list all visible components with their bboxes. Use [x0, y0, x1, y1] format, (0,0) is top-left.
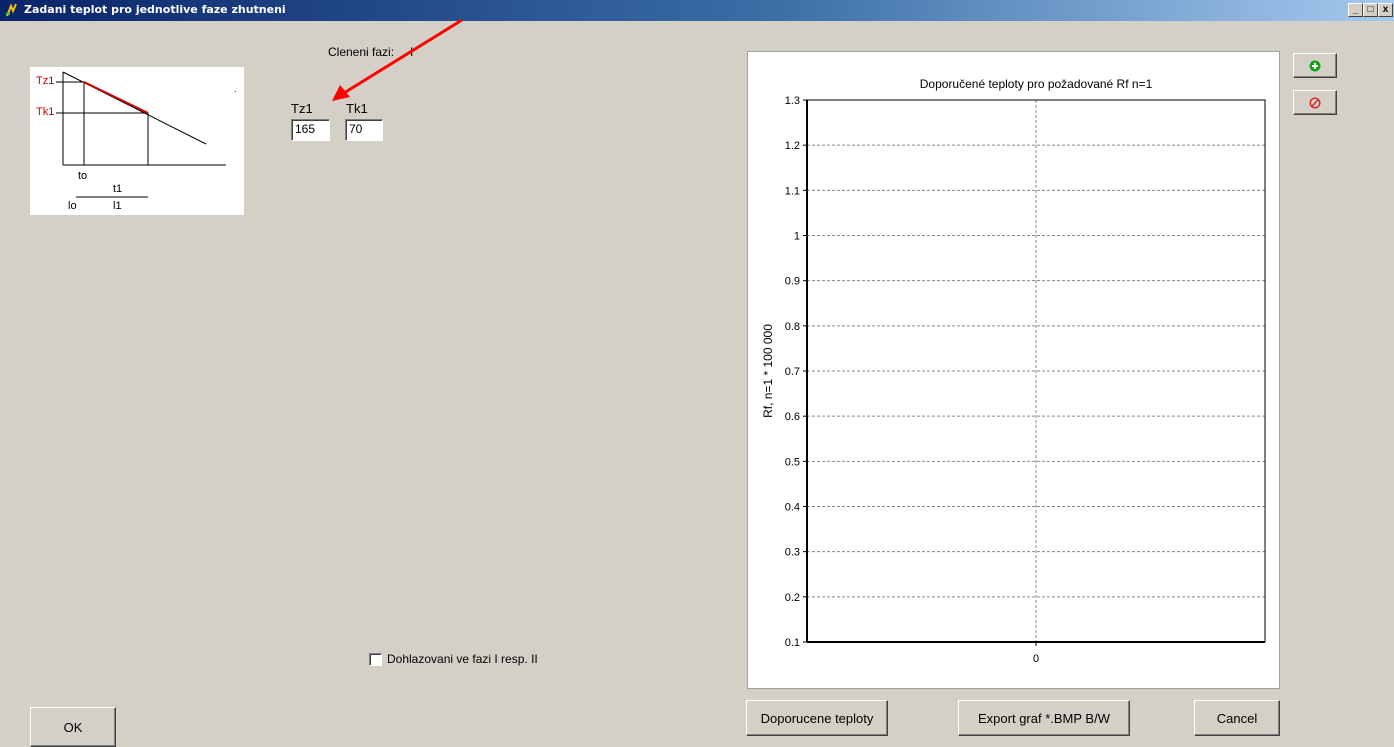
- y-tick-label: 0.7: [785, 366, 800, 378]
- export-bmp-button[interactable]: Export graf *.BMP B/W: [958, 700, 1130, 736]
- y-tick-label: 1: [794, 231, 800, 243]
- y-tick-label: 0.2: [785, 592, 800, 604]
- plus-circle-icon: [1309, 60, 1321, 71]
- close-button[interactable]: x: [1378, 3, 1393, 17]
- recommended-temps-button[interactable]: Doporucene teploty: [746, 700, 888, 736]
- tz1-label: Tz1: [291, 101, 313, 116]
- y-tick-label: 0.6: [785, 411, 800, 423]
- chart-title: Doporučené teploty pro požadované Rf n=1: [920, 77, 1153, 91]
- ok-button[interactable]: OK: [30, 707, 116, 747]
- phase-diagram-image: Tz1 Tk1 to t1 lo l1: [30, 67, 244, 215]
- minimize-button[interactable]: _: [1348, 3, 1363, 17]
- y-tick-label: 0.4: [785, 502, 800, 514]
- cancel-button[interactable]: Cancel: [1194, 700, 1280, 736]
- no-entry-icon: [1309, 96, 1321, 109]
- add-button[interactable]: [1293, 53, 1337, 78]
- t1-sketch-label: t1: [113, 183, 123, 195]
- chart-panel: Doporučené teploty pro požadované Rf n=1…: [747, 51, 1280, 689]
- title-bar: Zadani teplot pro jednotlive faze zhutne…: [0, 0, 1394, 21]
- app-icon: [6, 3, 17, 17]
- maximize-button[interactable]: □: [1363, 3, 1378, 17]
- lo-sketch-label: lo: [68, 200, 77, 212]
- y-tick-label: 0.5: [785, 456, 800, 468]
- x-tick-label: 0: [1033, 653, 1039, 665]
- sketch-dot: .: [234, 84, 237, 94]
- window-title: Zadani teplot pro jednotlive faze zhutne…: [24, 3, 286, 16]
- dohlazovani-checkbox[interactable]: [369, 653, 382, 666]
- tz1-sketch-label: Tz1: [36, 75, 55, 87]
- y-tick-label: 0.8: [785, 321, 800, 333]
- y-axis-label: Rf, n=1 * 100 000: [761, 324, 775, 418]
- tk1-sketch-label: Tk1: [36, 106, 55, 118]
- y-tick-label: 0.1: [785, 637, 800, 649]
- tk1-input[interactable]: 70: [345, 119, 383, 141]
- y-tick-label: 1.2: [785, 140, 800, 152]
- l1-sketch-label: l1: [113, 200, 122, 212]
- to-sketch-label: to: [78, 170, 88, 182]
- y-tick-label: 0.3: [785, 547, 800, 559]
- tz1-input[interactable]: 165: [291, 119, 330, 141]
- y-tick-label: 0.9: [785, 276, 800, 288]
- annotation-arrow: [332, 18, 463, 101]
- rf-chart: Doporučené teploty pro požadované Rf n=1…: [761, 77, 1266, 665]
- dohlazovani-label: Dohlazovani ve fazi I resp. II: [387, 652, 538, 666]
- y-tick-label: 1.3: [785, 95, 800, 107]
- y-tick-label: 1.1: [785, 185, 800, 197]
- remove-button[interactable]: [1293, 90, 1337, 115]
